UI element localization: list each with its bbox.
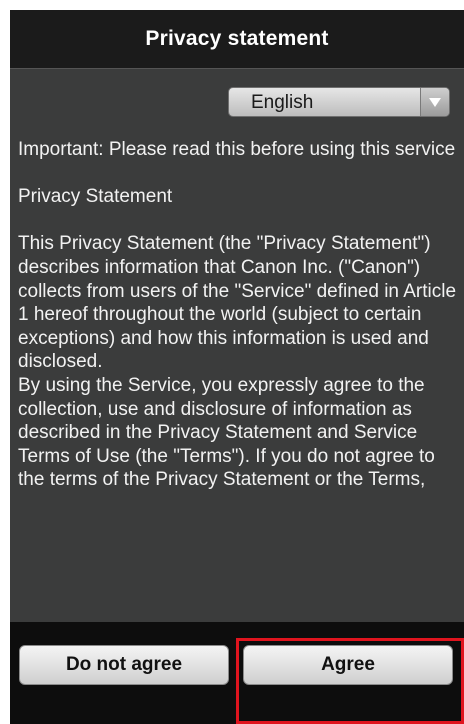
scroll-fade [10, 570, 464, 630]
page-title: Privacy statement [145, 27, 329, 50]
agree-button[interactable]: Agree [243, 645, 453, 685]
body-paragraph: By using the Service, you expressly agre… [18, 374, 435, 491]
privacy-dialog: Privacy statement English Important: Ple… [10, 10, 464, 724]
intro-paragraph: Important: Please read this before using… [18, 139, 456, 160]
language-select[interactable]: English [228, 87, 450, 117]
dropdown-arrow-icon[interactable] [420, 88, 449, 116]
language-select-value: English [251, 92, 314, 113]
button-bar: Do not agree Agree [10, 622, 464, 724]
title-bar: Privacy statement [10, 10, 464, 69]
section-heading: Privacy Statement [18, 186, 173, 208]
privacy-text: Important: Please read this before using… [18, 138, 458, 492]
body-paragraph: This Privacy Statement (the "Privacy Sta… [18, 233, 457, 373]
do-not-agree-button[interactable]: Do not agree [19, 645, 229, 685]
